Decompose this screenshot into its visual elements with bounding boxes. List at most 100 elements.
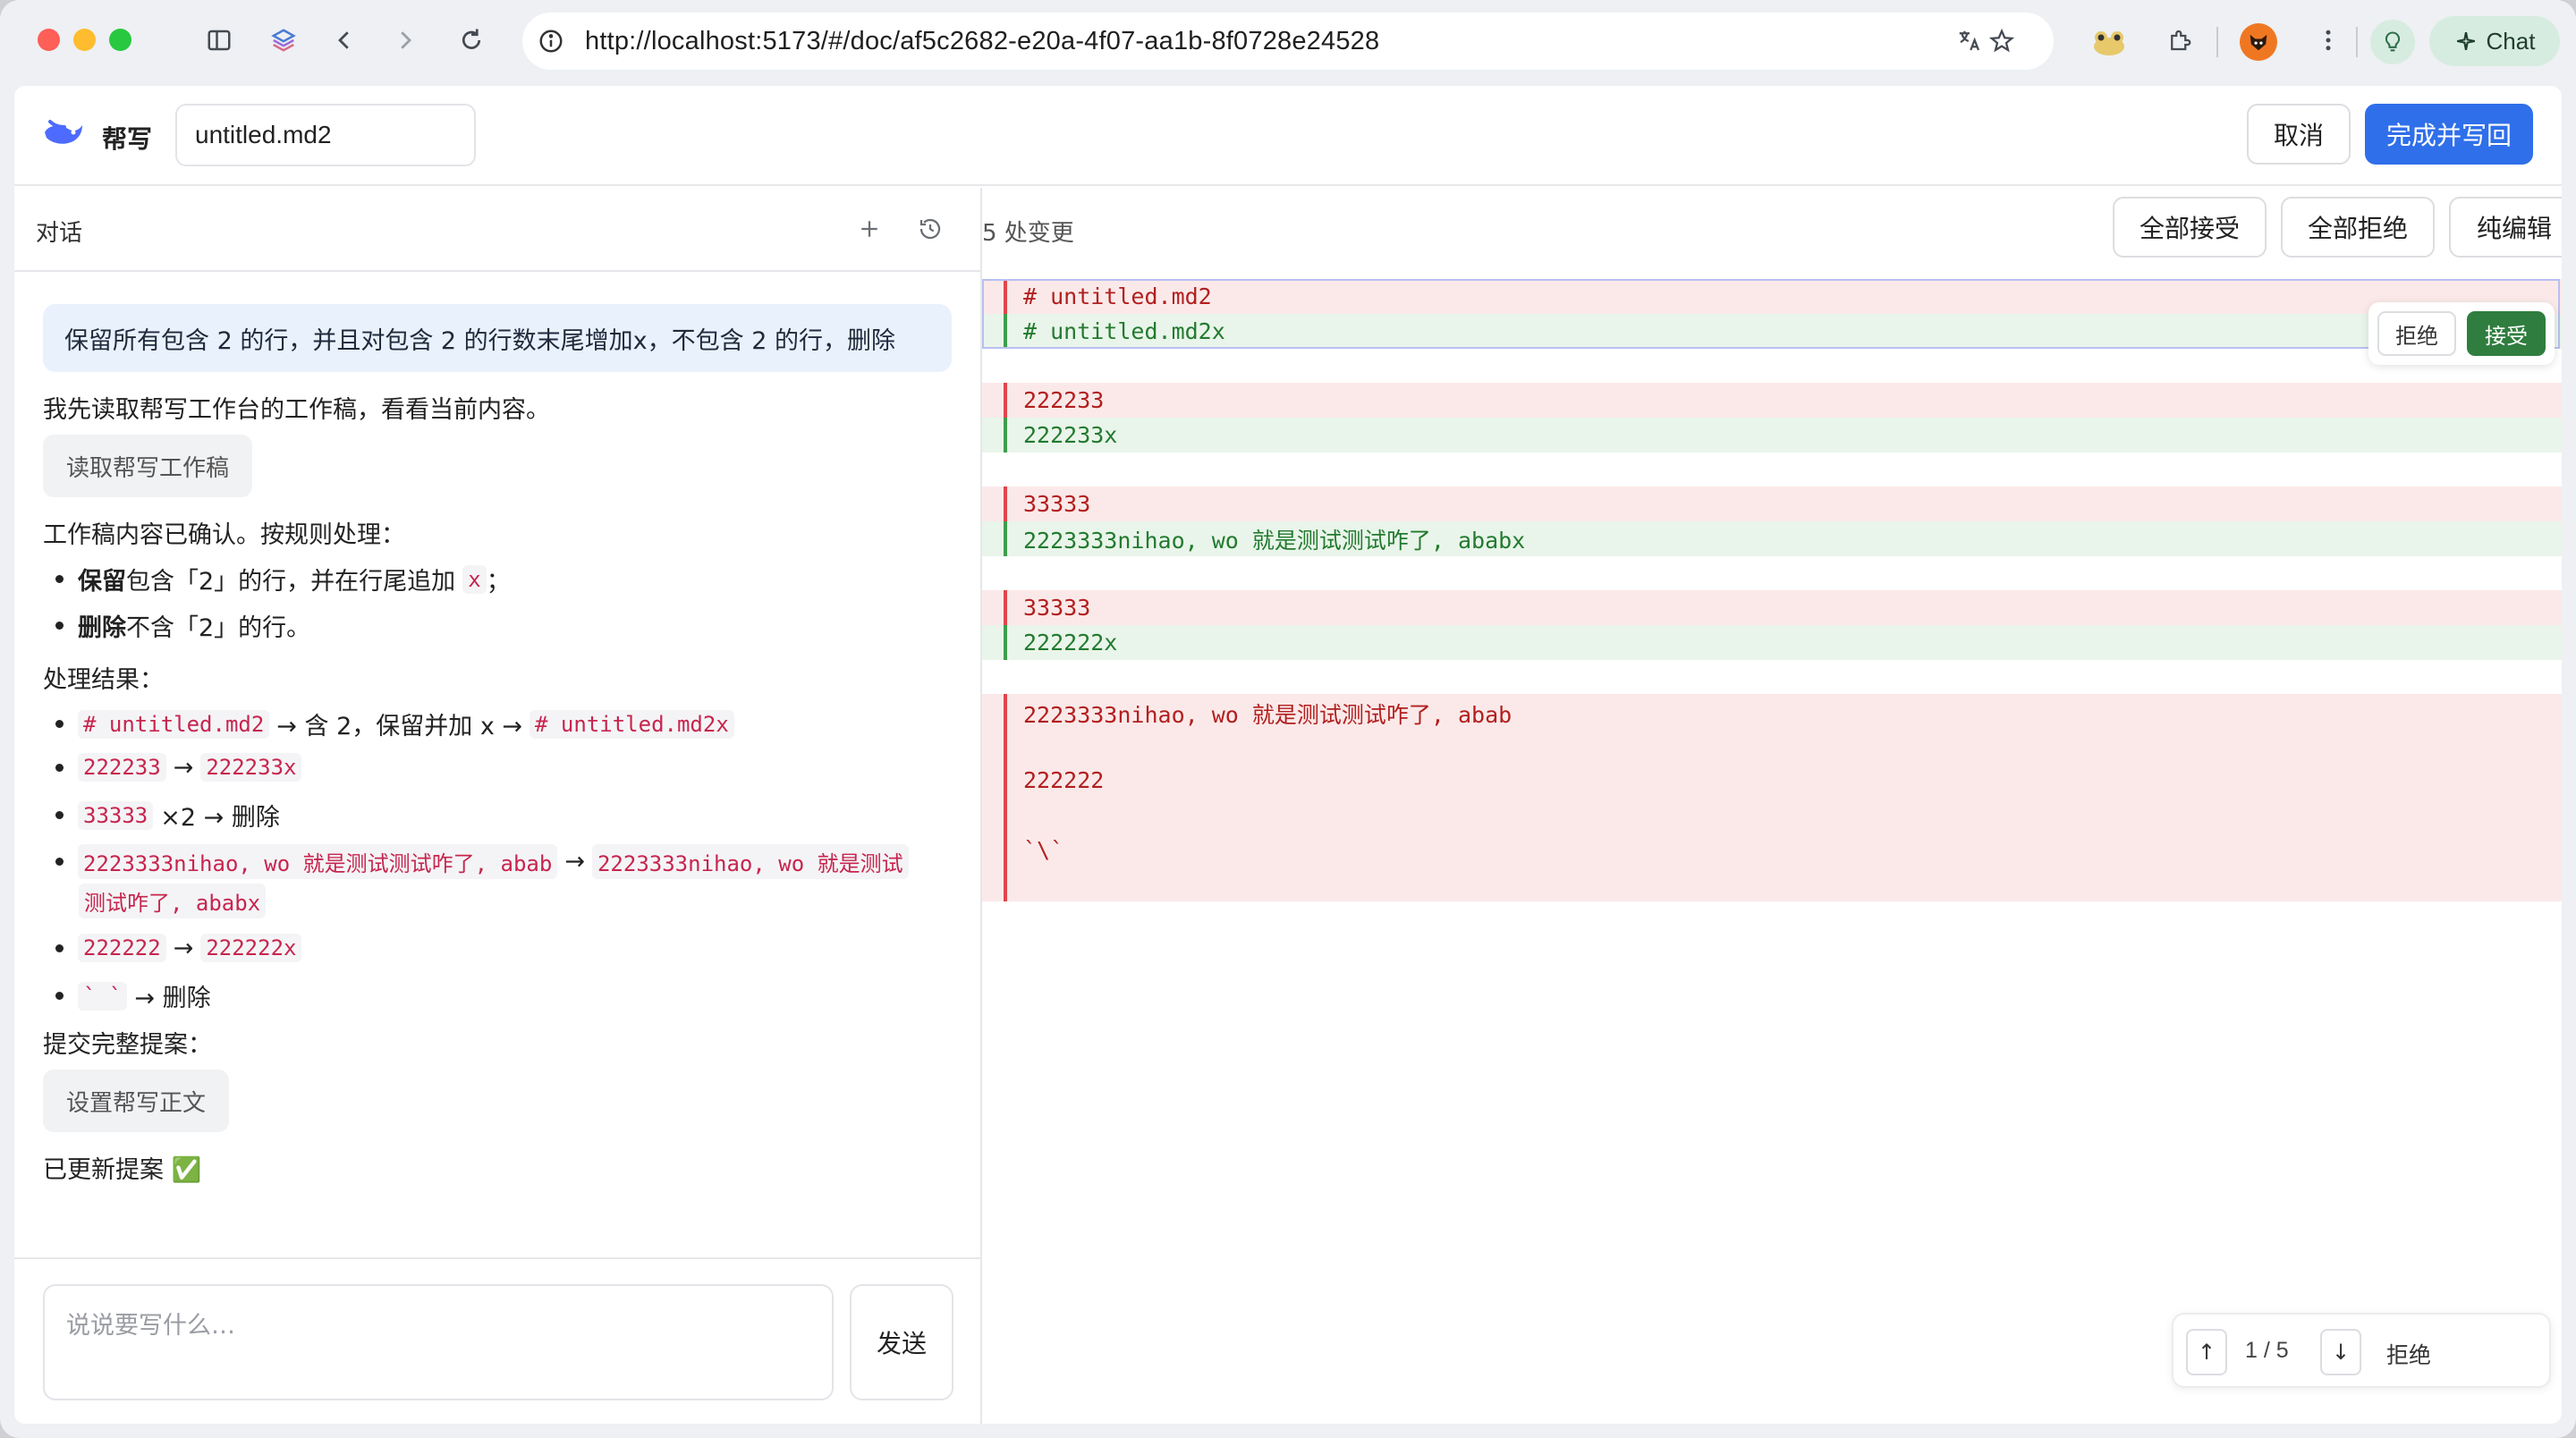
result-item: 222233 → 222233x [55,753,302,782]
line-text: 222222x [1023,630,1118,656]
prev-change-button[interactable]: ↑ [2186,1329,2227,1375]
forward-icon[interactable] [385,20,426,61]
chat-messages[interactable]: 保留所有包含 2 的行，并且对包含 2 的行数末尾增加x，不包含 2 的行，删除… [14,274,980,1257]
accept-all-button[interactable]: 全部接受 [2113,197,2267,258]
chat-panel: 对话 保留所有包含 2 的行，并且对包含 2 的行数末尾增加x，不包含 2 的行… [14,188,982,1424]
result-item: 222222 → 222222x [55,934,302,962]
line-text: 2223333nihao, wo 就是测试测试咋了, ababx [1023,527,1526,554]
inline-change-actions: 拒绝 接受 [2368,302,2555,365]
rule-text: 包含「2」的行，并在行尾追加 [126,568,456,596]
rule-code: x [462,564,487,594]
rule-item-keep: 保留 包含「2」的行，并在行尾追加 x ； [55,562,511,596]
diff-added-line: 222222x [982,625,2562,660]
diff-added-line: 222233x [982,418,2562,453]
rule-item-delete: 删除 不含「2」的行。 [55,608,310,643]
back-icon[interactable] [324,20,365,61]
history-icon[interactable] [912,211,948,247]
send-button[interactable]: 发送 [850,1284,953,1400]
line-text: # untitled.md2x [1023,318,1225,344]
line-text: 33333 [1023,595,1091,621]
diff-deleted-block: 2223333nihao, wo 就是测试测试咋了, abab 222222 `… [982,694,2562,901]
app-container: 帮写 untitled.md2 取消 完成并写回 对话 保留所有包含 2 的行，… [14,86,2562,1424]
tool-call-read-draft[interactable]: 读取帮写工作稿 [43,435,253,497]
assistant-intro-text: 我先读取帮写工作台的工作稿，看看当前内容。 [43,396,550,424]
result-from-code: ` ` [78,981,128,1011]
sidebar-toggle-icon[interactable] [199,20,240,61]
diff-deleted-line: 222233 [982,383,2562,418]
chat-panel-title: 对话 [36,220,83,247]
rule-strong: 保留 [78,568,126,596]
browser-window: http://localhost:5173/#/doc/af5c2682-e20… [0,0,2576,1438]
bookmark-star-icon[interactable] [1986,25,2018,57]
line-text: 2223333nihao, wo 就是测试测试咋了, abab [1023,702,1513,728]
diff-deleted-line: 33333 [982,590,2562,625]
result-to-code: 222222x [200,934,302,962]
line-text: 222222 [1023,767,1105,793]
minimize-window-button[interactable] [73,29,96,51]
line-text: # untitled.md2 [1023,283,1212,309]
result-item: # untitled.md2 → 含 2，保留并加 x → # untitled… [55,706,734,741]
tool-call-set-body[interactable]: 设置帮写正文 [43,1070,230,1132]
chat-input[interactable]: 说说要写什么… [43,1284,834,1400]
maximize-window-button[interactable] [109,29,131,51]
reload-icon[interactable] [451,20,492,61]
rule-strong: 删除 [78,614,126,642]
finish-and-writeback-button[interactable]: 完成并写回 [2365,104,2533,165]
result-from-code: 222233 [78,753,166,782]
result-item: 2223333nihao, wo 就是测试测试咋了, abab → 222333… [55,844,909,879]
line-text: 33333 [1023,491,1091,517]
inline-accept-button[interactable]: 接受 [2467,311,2546,356]
result-title: 处理结果： [43,666,164,694]
user-message: 保留所有包含 2 的行，并且对包含 2 的行数末尾增加x，不包含 2 的行，删除 [43,304,952,372]
diff-panel: 5 处变更 全部接受 全部拒绝 纯编辑 # untitled.md2 # unt… [982,188,2562,1424]
confirm-text: 工作稿内容已确认。按规则处理： [43,521,405,549]
filename-input[interactable]: untitled.md2 [175,104,476,166]
toolbar-divider [2356,27,2358,57]
result-arrow: → [173,934,194,962]
translate-icon[interactable] [1953,25,1986,57]
profile-avatar-icon[interactable] [2240,23,2277,61]
chat-label: Chat [2486,27,2536,55]
result-to-code: 2223333nihao, wo 就是测试 [591,844,909,879]
new-chat-plus-icon[interactable] [852,211,887,247]
result-arrow: → [564,848,585,875]
more-menu-icon[interactable] [2308,20,2349,61]
toolbar-divider [2216,27,2218,57]
result-item: 33333 ×2 → 删除 [55,798,287,833]
layers-extension-icon[interactable] [263,20,304,61]
app-header: 帮写 untitled.md2 取消 完成并写回 [14,86,2562,186]
result-note: → 含 2，保留并加 x → [276,713,523,740]
result-from-code: 2223333nihao, wo 就是测试测试咋了, abab [78,844,558,879]
change-count: 5 处变更 [982,220,1074,247]
diff-deleted-line: # untitled.md2 [982,279,2562,314]
whale-logo-icon [45,120,82,144]
rule-text: 不含「2」的行。 [126,614,311,642]
navigator-reject-button[interactable]: 拒绝 [2386,1338,2431,1370]
address-bar[interactable]: http://localhost:5173/#/doc/af5c2682-e20… [522,13,2054,70]
plain-edit-button[interactable]: 纯编辑 [2449,197,2562,258]
browser-toolbar: http://localhost:5173/#/doc/af5c2682-e20… [0,0,2576,84]
chat-input-area: 说说要写什么… 发送 [14,1257,980,1424]
cancel-button[interactable]: 取消 [2247,104,2351,165]
result-from-code: 222222 [78,934,166,962]
lightbulb-icon[interactable] [2370,20,2415,64]
next-change-button[interactable]: ↓ [2320,1329,2361,1375]
line-text: `\` [1023,837,1064,863]
inline-reject-button[interactable]: 拒绝 [2377,311,2456,356]
close-window-button[interactable] [38,29,60,51]
updated-text: 已更新提案 ✅ [43,1156,202,1184]
site-info-icon[interactable] [535,25,567,57]
extensions-puzzle-icon[interactable] [2159,20,2200,61]
result-from-code: 33333 [78,800,154,830]
reject-all-button[interactable]: 全部拒绝 [2281,197,2435,258]
result-to-code: 222233x [200,753,302,782]
result-note: ×2 → 删除 [160,804,280,832]
chat-button[interactable]: Chat [2429,16,2560,66]
submit-text: 提交完整提案： [43,1031,212,1059]
url-text: http://localhost:5173/#/doc/af5c2682-e20… [585,26,1380,55]
result-note: → 删除 [134,985,211,1012]
chat-panel-header: 对话 [14,188,982,272]
frog-extension-icon[interactable] [2091,27,2127,57]
change-navigator: ↑ 1 / 5 ↓ 拒绝 [2172,1313,2551,1388]
change-position: 1 / 5 [2245,1338,2289,1363]
